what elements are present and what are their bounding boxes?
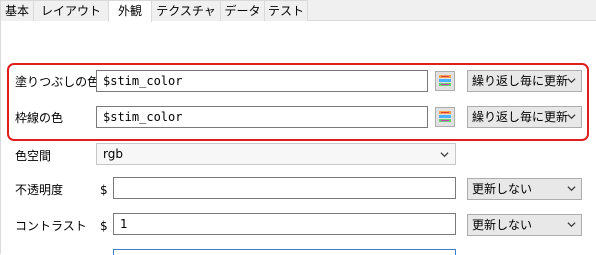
border-color-update-dropdown[interactable]: 繰り返し毎に更新 bbox=[467, 106, 582, 128]
tab-bar: 基本 レイアウト 外観 テクスチャ データ テスト bbox=[0, 0, 596, 22]
border-color-update-value: 繰り返し毎に更新 bbox=[472, 110, 569, 124]
tab-test[interactable]: テスト bbox=[264, 0, 308, 21]
contrast-update-dropdown[interactable]: 更新しない bbox=[467, 214, 582, 236]
tab-basic[interactable]: 基本 bbox=[0, 0, 34, 21]
color-space-value: rgb bbox=[103, 147, 123, 161]
tab-data[interactable]: データ bbox=[220, 0, 265, 21]
fill-color-update-value: 繰り返し毎に更新 bbox=[472, 74, 569, 88]
contrast-label: コントラスト bbox=[15, 219, 87, 233]
border-color-field[interactable]: $stim_color bbox=[96, 106, 428, 128]
contrast-field[interactable]: 1 bbox=[113, 213, 456, 235]
contrast-update-value: 更新しない bbox=[472, 218, 533, 232]
color-space-select[interactable]: rgb bbox=[96, 143, 456, 165]
fill-color-field[interactable]: $stim_color bbox=[96, 70, 428, 92]
chevron-down-icon bbox=[567, 114, 576, 120]
fill-color-picker-button[interactable] bbox=[435, 71, 455, 91]
opacity-dollar-prefix: $ bbox=[100, 183, 108, 197]
opacity-field[interactable] bbox=[113, 177, 456, 199]
color-picker-icon bbox=[439, 75, 451, 86]
fill-color-label: 塗りつぶしの色 bbox=[15, 75, 100, 89]
fill-color-update-dropdown[interactable]: 繰り返し毎に更新 bbox=[467, 70, 582, 92]
tab-texture[interactable]: テクスチャ bbox=[151, 0, 221, 21]
chevron-down-icon bbox=[567, 222, 576, 228]
tab-layout[interactable]: レイアウト bbox=[33, 0, 109, 21]
chevron-down-icon bbox=[440, 152, 449, 158]
color-picker-icon bbox=[439, 111, 451, 122]
border-color-picker-button[interactable] bbox=[435, 107, 455, 127]
chevron-down-icon bbox=[567, 78, 576, 84]
contrast-dollar-prefix: $ bbox=[100, 219, 108, 233]
chevron-down-icon bbox=[567, 186, 576, 192]
opacity-update-dropdown[interactable]: 更新しない bbox=[467, 178, 582, 200]
tab-appearance[interactable]: 外観 bbox=[108, 0, 152, 22]
color-space-label: 色空間 bbox=[15, 149, 52, 163]
next-field-partial[interactable] bbox=[113, 249, 456, 255]
border-color-label: 枠線の色 bbox=[15, 111, 64, 125]
opacity-update-value: 更新しない bbox=[472, 182, 533, 196]
opacity-label: 不透明度 bbox=[15, 183, 64, 197]
